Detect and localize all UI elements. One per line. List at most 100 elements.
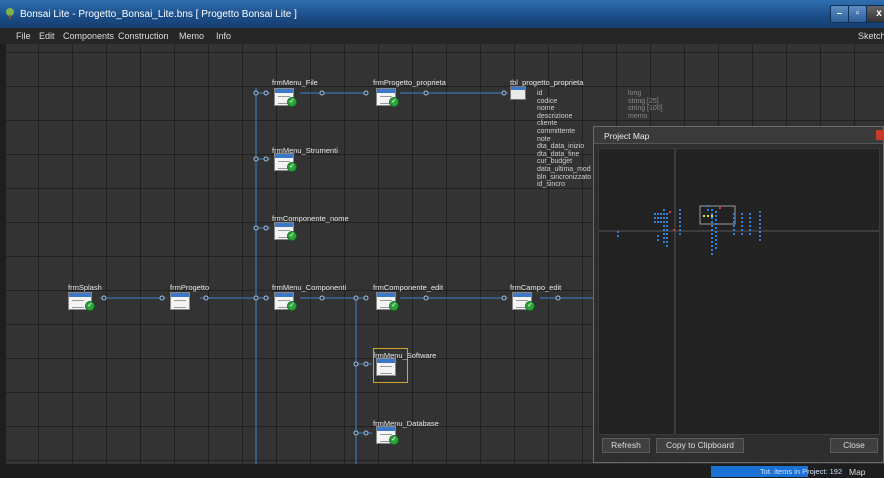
- map-dot-14: [663, 229, 665, 231]
- map-dot-85: [759, 231, 761, 233]
- map-dot-16: [663, 237, 665, 239]
- project-map-close-button[interactable]: Close: [830, 438, 878, 453]
- checkmark-icon: ✓: [389, 301, 399, 311]
- map-dot-68: [741, 213, 743, 215]
- table-field-list: id codice nome descrizione cliente commi…: [537, 90, 591, 189]
- map-dot-80: [759, 211, 761, 213]
- map-dot-81: [759, 215, 761, 217]
- map-dot-64: [733, 221, 735, 223]
- map-dot-56: [715, 227, 717, 229]
- map-dot-87: [759, 239, 761, 241]
- map-dot-92: [719, 207, 721, 209]
- form-node-frmcomponente-edit[interactable]: ✓: [376, 292, 399, 311]
- map-dot-30: [679, 221, 681, 223]
- map-dot-27: [679, 209, 681, 211]
- status-map-label[interactable]: Map: [849, 467, 866, 477]
- field-name: committente: [537, 127, 576, 135]
- form-node-frmmenu-file[interactable]: ✓: [274, 88, 297, 107]
- map-dot-82: [759, 219, 761, 221]
- field-type: long: [628, 90, 642, 97]
- map-dot-75: [749, 217, 751, 219]
- node-label-frmcampo-edit: frmCampo_edit: [510, 283, 562, 292]
- map-dot-41: [711, 213, 713, 215]
- map-dot-76: [749, 221, 751, 223]
- copy-to-clipboard-button[interactable]: Copy to Clipboard: [656, 438, 744, 453]
- form-node-frmsplash[interactable]: ✓: [68, 292, 95, 311]
- map-dot-79: [749, 233, 751, 235]
- project-map-view[interactable]: [598, 148, 880, 435]
- project-map-panel: Project Map Refresh Copy to Clipboard Cl…: [593, 126, 884, 463]
- node-label-frmmenu-componenti: frmMenu_Componenti: [272, 283, 347, 292]
- map-dot-50: [711, 249, 713, 251]
- status-bar: Tot. items in Project: 192 Map: [0, 464, 884, 478]
- map-dot-22: [666, 229, 668, 231]
- map-dot-55: [715, 223, 717, 225]
- map-dot-70: [741, 221, 743, 223]
- node-label-frmprogetto: frmProgetto: [170, 283, 210, 292]
- map-dot-86: [759, 235, 761, 237]
- map-dot-74: [749, 213, 751, 215]
- project-map-close-icon[interactable]: [876, 130, 884, 140]
- map-dot-12: [663, 221, 665, 223]
- map-dot-51: [711, 253, 713, 255]
- node-label-frmcomponente-edit: frmComponente_edit: [373, 283, 444, 292]
- table-type-list: long string [25] string [100] memo: [628, 90, 663, 120]
- form-node-frmmenu-strumenti[interactable]: ✓: [274, 153, 297, 172]
- form-node-frmcomponente-nome[interactable]: ✓: [274, 222, 297, 241]
- map-dot-18: [666, 213, 668, 215]
- map-dot-34: [617, 231, 619, 233]
- map-dot-23: [666, 233, 668, 235]
- map-dot-13: [663, 225, 665, 227]
- field-name: cur_budget: [537, 158, 573, 166]
- map-dot-73: [741, 233, 743, 235]
- map-dot-15: [663, 233, 665, 235]
- map-dot-7: [660, 217, 662, 219]
- checkmark-icon: ✓: [525, 301, 535, 311]
- map-dot-60: [715, 243, 717, 245]
- field-name: dta_data_inizio: [537, 143, 585, 151]
- map-dot-59: [715, 239, 717, 241]
- field-name: id_sincro: [537, 181, 566, 189]
- map-dot-32: [679, 229, 681, 231]
- map-dot-2: [654, 221, 656, 223]
- map-dot-24: [666, 237, 668, 239]
- form-node-frmmenu-software[interactable]: [376, 358, 396, 376]
- map-dot-44: [711, 225, 713, 227]
- map-dot-20: [666, 221, 668, 223]
- checkmark-icon: ✓: [389, 97, 399, 107]
- form-node-frmmenu-database[interactable]: ✓: [376, 426, 399, 445]
- map-dot-4: [657, 217, 659, 219]
- field-type: memo: [628, 112, 648, 120]
- checkmark-icon: ✓: [389, 435, 399, 445]
- checkmark-icon: ✓: [287, 231, 297, 241]
- map-dot-21: [666, 225, 668, 227]
- form-node-frmprogetto[interactable]: [170, 292, 190, 310]
- map-dot-43: [711, 221, 713, 223]
- map-dot-65: [733, 225, 735, 227]
- map-dot-48: [711, 241, 713, 243]
- map-dot-25: [666, 241, 668, 243]
- field-name: id: [537, 90, 543, 97]
- table-icon[interactable]: [510, 86, 526, 100]
- map-dot-58: [715, 235, 717, 237]
- map-dot-61: [715, 247, 717, 249]
- map-dot-9: [663, 209, 665, 211]
- node-label-frmmenu-file: frmMenu_File: [272, 78, 318, 87]
- map-dot-6: [660, 213, 662, 215]
- status-item-count: Tot. items in Project: 192: [760, 467, 843, 476]
- map-dot-0: [654, 213, 656, 215]
- refresh-button[interactable]: Refresh: [602, 438, 650, 453]
- map-dot-93: [673, 229, 675, 231]
- map-dot-46: [711, 233, 713, 235]
- checkmark-icon: ✓: [85, 301, 95, 311]
- form-icon: [376, 358, 396, 376]
- project-map-minimap: [599, 149, 879, 434]
- form-node-frmcampo-edit[interactable]: ✓: [512, 292, 535, 311]
- form-node-frmmenu-componenti[interactable]: ✓: [274, 292, 297, 311]
- form-node-frmprogetto-proprieta[interactable]: ✓: [376, 88, 399, 107]
- map-dot-57: [715, 231, 717, 233]
- map-dot-8: [660, 221, 662, 223]
- project-map-header: Project Map: [594, 127, 884, 144]
- node-label-frmsplash: frmSplash: [68, 283, 102, 292]
- map-dot-66: [733, 229, 735, 231]
